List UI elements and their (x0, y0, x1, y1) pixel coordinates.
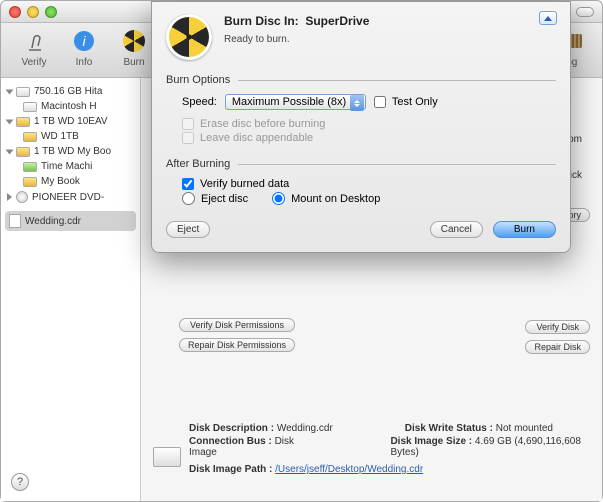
sidebar: 750.16 GB Hita Macintosh H 1 TB WD 10EAV… (1, 78, 141, 501)
burn-sheet: Burn Disc In: SuperDrive Ready to burn. … (151, 1, 571, 253)
burn-icon (120, 27, 148, 55)
speed-select[interactable]: Maximum Possible (8x) (225, 94, 366, 110)
disk-image-path-link[interactable]: /Users/jseff/Desktop/Wedding.cdr (275, 464, 423, 475)
close-icon[interactable] (9, 6, 21, 18)
sheet-heading: Burn Disc In: SuperDrive (224, 14, 556, 28)
zoom-icon[interactable] (45, 6, 57, 18)
sheet-status: Ready to burn. (224, 34, 556, 45)
speed-label: Speed: (182, 96, 217, 108)
cancel-button[interactable]: Cancel (430, 221, 483, 238)
microscope-icon (20, 27, 48, 55)
drive-icon (16, 147, 30, 157)
minimize-icon[interactable] (27, 6, 39, 18)
test-only-checkbox[interactable] (374, 96, 386, 108)
sidebar-item-disk[interactable]: 750.16 GB Hita (5, 84, 136, 99)
sidebar-item-disk[interactable]: 1 TB WD My Boo (5, 144, 136, 159)
drive-icon (16, 117, 30, 127)
select-arrows-icon (350, 95, 364, 111)
help-button[interactable]: ? (11, 473, 29, 491)
file-icon (9, 214, 21, 228)
drive-icon (16, 87, 30, 97)
sidebar-item-volume[interactable]: Time Machi (5, 159, 136, 174)
section-after-burning: After Burning (166, 158, 556, 170)
sidebar-item-volume[interactable]: Macintosh H (5, 99, 136, 114)
burn-button[interactable]: Burn (493, 221, 556, 238)
appendable-checkbox (182, 132, 194, 144)
drive-icon (23, 132, 37, 142)
drive-icon (23, 162, 37, 172)
toolbar-verify[interactable]: Verify (9, 27, 59, 68)
toolbar-info[interactable]: i Info (59, 27, 109, 68)
erase-checkbox (182, 118, 194, 130)
drive-icon (23, 177, 37, 187)
repair-disk-permissions-button[interactable]: Repair Disk Permissions (179, 338, 295, 352)
burn-large-icon (166, 14, 212, 60)
sidebar-item-volume[interactable]: My Book (5, 174, 136, 189)
mount-desktop-radio[interactable] (272, 192, 285, 205)
verify-disk-button[interactable]: Verify Disk (525, 320, 590, 334)
eject-disc-radio[interactable] (182, 192, 195, 205)
info-icon: i (70, 27, 98, 55)
drive-icon (23, 102, 37, 112)
sidebar-item-disk[interactable]: 1 TB WD 10EAV (5, 114, 136, 129)
disk-image-icon (153, 447, 181, 467)
verify-burned-checkbox[interactable] (182, 178, 194, 190)
disk-utility-window: Wedding.cdr Verify i Info Burn Open Ejec… (0, 0, 603, 502)
toolbar-toggle-icon[interactable] (576, 7, 594, 17)
sidebar-item-selected[interactable]: Wedding.cdr (5, 211, 136, 231)
collapse-button[interactable] (539, 11, 557, 25)
sidebar-item-optical[interactable]: PIONEER DVD- (5, 189, 136, 205)
window-controls (9, 6, 57, 18)
sidebar-item-volume[interactable]: WD 1TB (5, 129, 136, 144)
verify-disk-permissions-button[interactable]: Verify Disk Permissions (179, 318, 295, 332)
optical-icon (16, 191, 28, 203)
section-burn-options: Burn Options (166, 74, 556, 86)
disk-info: Disk Description : Wedding.cdr Disk Writ… (189, 423, 602, 477)
eject-button[interactable]: Eject (166, 221, 210, 238)
repair-disk-button[interactable]: Repair Disk (525, 340, 590, 354)
